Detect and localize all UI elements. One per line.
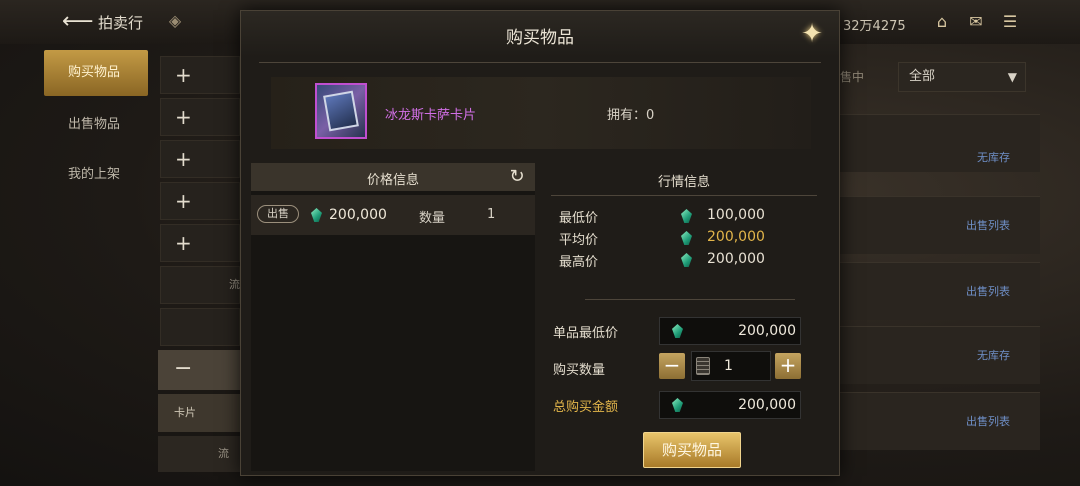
max-price-value: 200,000 xyxy=(707,251,765,267)
listing-row[interactable]: 出售 200,000 数量 1 xyxy=(251,195,535,235)
total-amount-value: 200,000 xyxy=(738,397,796,413)
gem-currency-icon xyxy=(681,253,692,267)
sell-tag: 出售 xyxy=(257,205,299,223)
bag-icon[interactable]: ⌂ xyxy=(930,12,954,32)
item-card-icon[interactable] xyxy=(315,83,367,139)
divider xyxy=(551,195,817,196)
listing-qty-label: 数量 xyxy=(419,211,446,226)
gem-currency-icon xyxy=(672,398,683,412)
owned-count: 拥有：0 xyxy=(607,108,655,123)
avg-price-value: 200,000 xyxy=(707,229,765,245)
buy-button[interactable]: 购买物品 xyxy=(643,432,741,468)
diamond-icon[interactable]: ◈ xyxy=(164,10,186,32)
quantity-input[interactable]: 1 xyxy=(691,351,771,381)
filter-dropdown[interactable]: 全部 ▼ xyxy=(898,62,1026,92)
unit-min-price-value: 200,000 xyxy=(738,323,796,339)
list-item[interactable]: 无库存 xyxy=(840,114,1040,172)
unit-min-price-label: 单品最低价 xyxy=(553,326,619,341)
price-info-title: 价格信息 xyxy=(366,173,419,188)
dialog-title: 购买物品 xyxy=(506,28,574,48)
quantity-label: 购买数量 xyxy=(553,363,606,378)
item-name: 冰龙斯卡萨卡片 xyxy=(385,108,477,123)
category-row[interactable]: 流 xyxy=(160,266,240,304)
close-icon[interactable]: ✦ xyxy=(797,19,827,49)
min-price-label: 最低价 xyxy=(559,211,599,226)
sidebar-tab-sell[interactable]: 出售物品 xyxy=(44,102,148,148)
decrease-quantity-button[interactable]: − xyxy=(659,353,685,379)
unit-min-price-field: 200,000 xyxy=(659,317,801,345)
quantity-value: 1 xyxy=(724,358,733,374)
refresh-icon[interactable]: ↻ xyxy=(507,167,527,187)
divider xyxy=(585,299,795,300)
list-item-status: 无库存 xyxy=(977,349,1010,362)
category-expand-plus[interactable]: + xyxy=(160,98,240,136)
category-expand-plus[interactable]: + xyxy=(160,182,240,220)
buy-item-dialog: 购买物品 ✦ 冰龙斯卡萨卡片 拥有：0 价格信息 ↻ 出售 200,000 数量… xyxy=(240,10,840,476)
list-item[interactable]: 出售列表 xyxy=(840,196,1040,254)
mail-icon[interactable]: ✉ xyxy=(964,12,988,32)
chat-icon[interactable]: ☰ xyxy=(998,12,1022,32)
dropdown-arrow-icon: ▼ xyxy=(1007,70,1017,84)
category-expand-plus[interactable]: + xyxy=(160,140,240,178)
back-arrow-icon[interactable]: ⟵ xyxy=(62,10,94,34)
gem-currency-icon xyxy=(311,208,322,222)
page-title: 拍卖行 xyxy=(98,14,144,32)
category-card[interactable]: 卡片 xyxy=(158,394,240,432)
gem-currency-icon xyxy=(672,324,683,338)
category-collapse-minus[interactable]: − xyxy=(158,350,240,390)
gem-currency-icon xyxy=(681,231,692,245)
total-amount-label: 总购买金额 xyxy=(553,400,619,415)
sidebar-tab-buy[interactable]: 购买物品 xyxy=(44,50,148,96)
avg-price-label: 平均价 xyxy=(559,233,599,248)
listing-qty-value: 1 xyxy=(487,207,496,222)
list-item[interactable]: 出售列表 xyxy=(840,392,1040,450)
list-item-status: 出售列表 xyxy=(966,285,1010,298)
sidebar-tab-my-listings[interactable]: 我的上架 xyxy=(44,152,148,198)
divider xyxy=(259,62,821,63)
category-row[interactable]: 流 xyxy=(158,436,240,472)
category-expand-plus[interactable]: + xyxy=(160,224,240,262)
max-price-label: 最高价 xyxy=(559,255,599,270)
filter-value: 全部 xyxy=(909,69,936,84)
list-item-status: 出售列表 xyxy=(966,415,1010,428)
price-info-header: 价格信息 ↻ xyxy=(251,163,535,191)
total-amount-field: 200,000 xyxy=(659,391,801,419)
list-item-status: 出售列表 xyxy=(966,219,1010,232)
list-item[interactable]: 无库存 xyxy=(840,326,1040,384)
list-item[interactable]: 出售列表 xyxy=(840,262,1040,320)
currency-amount: 32万4275 xyxy=(843,19,906,34)
category-expand-plus[interactable]: + xyxy=(160,56,240,94)
min-price-value: 100,000 xyxy=(707,207,765,223)
dialog-header: 购买物品 ✦ xyxy=(241,11,839,57)
list-item-status: 无库存 xyxy=(977,151,1010,164)
filter-label: 售中 xyxy=(840,70,865,84)
gem-currency-icon xyxy=(681,209,692,223)
market-info-title: 行情信息 xyxy=(657,175,710,190)
calculator-icon[interactable] xyxy=(696,357,710,375)
increase-quantity-button[interactable]: + xyxy=(775,353,801,379)
card-image-icon xyxy=(323,90,359,132)
price-info-panel: 价格信息 ↻ 出售 200,000 数量 1 xyxy=(251,163,535,471)
category-row[interactable] xyxy=(160,308,240,346)
listing-price: 200,000 xyxy=(329,207,387,223)
